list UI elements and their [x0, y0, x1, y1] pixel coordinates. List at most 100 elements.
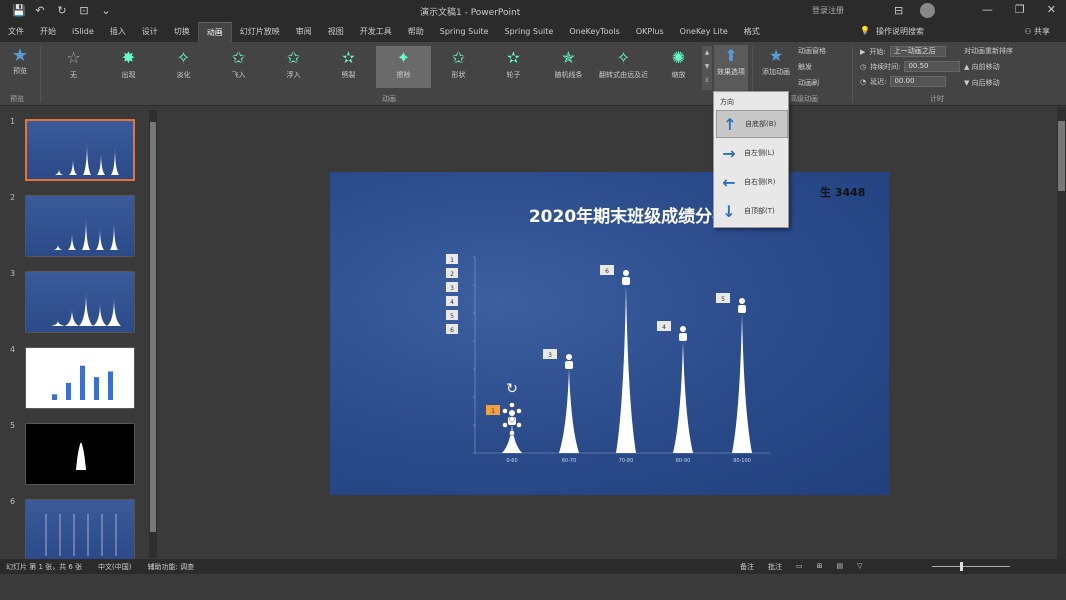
canvas-scrollbar[interactable] [1057, 107, 1066, 559]
category-label: 0-60 [506, 458, 517, 464]
slide-thumbnail[interactable] [25, 347, 135, 409]
animation-option-9[interactable]: ✯ 随机线条 [541, 46, 596, 88]
comments-button[interactable]: 批注 [768, 562, 782, 572]
thumbnail-scrollbar[interactable] [149, 110, 157, 558]
thumbnail-bar [111, 146, 119, 175]
person-icon [623, 270, 629, 276]
ribbon-display-icon[interactable]: ⊟ [894, 4, 903, 17]
tab-9[interactable]: 视图 [320, 22, 352, 42]
thumbnail-bar [93, 303, 107, 326]
direction-option-0[interactable]: ↑ 自底部(B) [716, 110, 788, 138]
tab-12[interactable]: Spring Suite [432, 22, 497, 42]
tab-0[interactable]: 文件 [0, 22, 32, 42]
legend-label: 3 [450, 285, 454, 292]
add-animation-button[interactable]: ★ 添加动画 [756, 45, 796, 93]
animation-option-8[interactable]: ✫ 轮子 [486, 46, 541, 88]
slide-thumbnail[interactable] [25, 423, 135, 485]
animation-pane-button[interactable]: 动画窗格 [798, 46, 826, 56]
delay-input[interactable]: 00.00 [890, 76, 947, 87]
animation-name: 浮入 [286, 71, 301, 79]
animation-option-11[interactable]: ✺ 缩放 [651, 46, 706, 88]
chart-bar-4 [732, 313, 752, 453]
animation-option-0[interactable]: ☆ 无 [46, 46, 101, 88]
thumbnail-bar [79, 291, 93, 326]
preview-button[interactable]: ★ 预览 [4, 46, 36, 94]
animation-name: 无 [70, 71, 77, 79]
tab-2[interactable]: iSlide [64, 22, 102, 42]
animation-option-6[interactable]: ✦ 擦除 [376, 46, 431, 88]
animation-option-4[interactable]: ✩ 浮入 [266, 46, 321, 88]
direction-option-1[interactable]: → 自左侧(L) [716, 139, 788, 167]
tab-17[interactable]: 格式 [736, 22, 768, 42]
person-body-icon [622, 277, 630, 285]
tell-me-search[interactable]: 💡 操作说明搜索 [860, 26, 924, 37]
slide-sorter-icon[interactable]: ⊞ [817, 562, 823, 572]
slide-thumbnail[interactable] [25, 195, 135, 257]
current-slide[interactable]: 2020年期末班级成绩分布图 生 3448 1 2 3 4 5 6 1 0-60 3 60-70 6… [330, 172, 889, 495]
tab-14[interactable]: OneKeyTools [561, 22, 628, 42]
direction-option-2[interactable]: ← 自右侧(R) [716, 168, 788, 196]
move-earlier-button[interactable]: ▲ 向前移动 [964, 62, 1013, 72]
close-icon[interactable]: ✕ [1047, 3, 1056, 16]
animation-painter-button[interactable]: 动画刷 [798, 78, 826, 88]
duration-input[interactable]: 00.50 [904, 61, 961, 72]
customize-qat-icon[interactable]: ⌄ [100, 5, 112, 17]
animation-star-icon: ✺ [671, 48, 686, 67]
tab-10[interactable]: 开发工具 [352, 22, 400, 42]
star-icon: ★ [768, 46, 784, 65]
language[interactable]: 中文(中国) [98, 562, 131, 572]
tab-8[interactable]: 审阅 [288, 22, 320, 42]
animation-option-2[interactable]: ✧ 淡化 [156, 46, 211, 88]
slide-thumbnail[interactable] [25, 119, 135, 181]
tab-13[interactable]: Spring Suite [497, 22, 562, 42]
normal-view-icon[interactable]: ▭ [796, 562, 803, 572]
maximize-icon[interactable]: ❐ [1015, 3, 1025, 16]
move-later-button[interactable]: ▼ 向后移动 [964, 78, 1013, 88]
notes-button[interactable]: 备注 [740, 562, 754, 572]
tab-6[interactable]: 动画 [197, 22, 232, 42]
tell-me-label: 操作说明搜索 [875, 27, 924, 36]
animation-option-7[interactable]: ✩ 形状 [431, 46, 486, 88]
slideshow-icon[interactable]: ▽ [857, 562, 862, 572]
slide-thumbnail[interactable] [25, 499, 135, 561]
start-select[interactable]: 上一动画之后 [889, 46, 946, 57]
minimize-icon[interactable]: — [982, 3, 993, 16]
share-button[interactable]: ⚇ 共享 [1024, 26, 1050, 37]
tab-4[interactable]: 设计 [134, 22, 166, 42]
animation-option-1[interactable]: ✸ 出现 [101, 46, 156, 88]
tab-7[interactable]: 幻灯片放映 [232, 22, 288, 42]
gallery-scroll[interactable]: ▲ ▼ ⊻ [702, 46, 712, 90]
effect-options-button[interactable]: ⬆ 效果选项 [714, 45, 748, 93]
undo-icon[interactable]: ↶ [34, 5, 46, 17]
tab-1[interactable]: 开始 [32, 22, 64, 42]
reading-view-icon[interactable]: ▤ [837, 562, 844, 572]
zoom-knob[interactable] [960, 562, 963, 571]
zoom-slider[interactable] [932, 566, 1010, 567]
animation-name: 轮子 [506, 71, 521, 79]
animation-star-icon: ✯ [561, 48, 576, 67]
preview-label: 预览 [13, 67, 27, 75]
tab-15[interactable]: OKPlus [628, 22, 672, 42]
person-body-icon [679, 333, 687, 341]
tab-5[interactable]: 切换 [166, 22, 198, 42]
avatar[interactable] [920, 3, 935, 18]
timing-group-label: 计时 [930, 95, 944, 103]
tab-11[interactable]: 帮助 [400, 22, 432, 42]
person-icon: ⚇ [1024, 27, 1032, 36]
animation-option-10[interactable]: ✧ 翻转式由远及近 [596, 46, 651, 88]
slide-thumbnail[interactable] [25, 271, 135, 333]
animation-option-5[interactable]: ✫ 劈裂 [321, 46, 376, 88]
tab-3[interactable]: 插入 [102, 22, 134, 42]
tab-16[interactable]: OneKey Lite [672, 22, 736, 42]
redo-icon[interactable]: ↻ [56, 5, 68, 17]
animation-option-3[interactable]: ✩ 飞入 [211, 46, 266, 88]
accessibility[interactable]: 辅助功能: 调查 [148, 562, 195, 572]
category-label: 80-90 [676, 458, 691, 464]
direction-header: 方向 [720, 98, 734, 106]
save-icon[interactable]: 💾 [12, 5, 26, 17]
star-icon: ★ [11, 45, 29, 66]
format-painter-icon[interactable]: ⊡ [78, 5, 90, 17]
direction-option-3[interactable]: ↓ 自顶部(T) [716, 197, 788, 225]
trigger-button[interactable]: 触发 [798, 62, 826, 72]
sign-in-link[interactable]: 登录注册 [812, 5, 844, 16]
